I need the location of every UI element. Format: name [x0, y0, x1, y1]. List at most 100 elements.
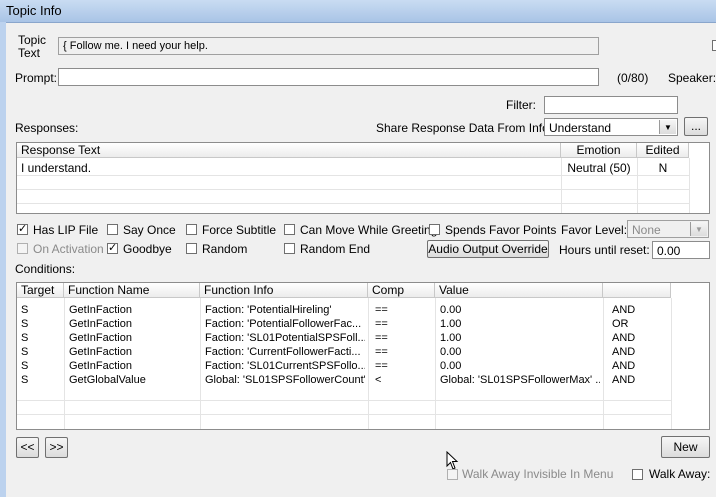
condition-operator: AND — [612, 332, 636, 344]
condition-operator: AND — [612, 374, 636, 386]
spends-favor-label: Spends Favor Points — [445, 223, 557, 237]
prompt-counter: (0/80) — [617, 71, 649, 85]
responses-col-emotion[interactable]: Emotion — [561, 143, 637, 158]
condition-function-info: Global: 'SL01SPSFollowerCount' — [205, 374, 365, 386]
chevron-down-icon[interactable]: ▼ — [659, 120, 676, 134]
conditions-col-operator[interactable] — [603, 283, 671, 298]
say-once-checkbox[interactable] — [107, 224, 118, 235]
hours-until-reset-label: Hours until reset: — [559, 243, 650, 257]
condition-target: S — [21, 304, 29, 316]
condition-operator: AND — [612, 304, 636, 316]
goodbye-label: Goodbye — [123, 242, 172, 256]
condition-operator: OR — [612, 318, 629, 330]
conditions-col-function-name[interactable]: Function Name — [64, 283, 200, 298]
condition-target: S — [21, 346, 29, 358]
random-end-label: Random End — [300, 242, 371, 256]
window-title: Topic Info — [6, 3, 62, 18]
prompt-input[interactable] — [58, 68, 599, 86]
share-response-select[interactable]: Understand ▼ — [544, 118, 678, 136]
share-response-value: Understand — [549, 121, 612, 135]
condition-function-info: Faction: 'CurrentFollowerFacti... — [205, 346, 361, 358]
condition-operator: AND — [612, 360, 636, 372]
next-button[interactable]: >> — [45, 437, 68, 458]
new-button[interactable]: New — [661, 436, 710, 458]
prompt-label: Prompt: — [15, 71, 58, 85]
condition-comp: == — [375, 318, 388, 330]
hours-until-reset-input[interactable]: 0.00 — [652, 241, 710, 259]
responses-col-edited[interactable]: Edited — [637, 143, 689, 158]
condition-target: S — [21, 360, 29, 372]
force-subtitle-label: Force Subtitle — [202, 223, 277, 237]
force-subtitle-checkbox[interactable] — [186, 224, 197, 235]
condition-value: 0.00 — [440, 304, 462, 316]
chevron-down-icon: ▼ — [690, 222, 707, 236]
random-checkbox[interactable] — [186, 243, 197, 254]
condition-value: 1.00 — [440, 318, 462, 330]
has-lip-checkbox[interactable]: ✓ — [17, 224, 28, 235]
topic-text-field[interactable]: { Follow me. I need your help. — [58, 37, 599, 55]
condition-function-name: GetInFaction — [69, 304, 132, 316]
can-move-checkbox[interactable] — [284, 224, 295, 235]
filter-input[interactable] — [544, 96, 678, 114]
can-move-label: Can Move While Greeting — [300, 223, 438, 237]
condition-value: 1.00 — [440, 332, 462, 344]
condition-value: Global: 'SL01SPSFollowerMax' ... — [440, 374, 600, 386]
walk-away-label: Walk Away: — [649, 467, 711, 481]
condition-function-info: Faction: 'SL01CurrentSPSFollo... — [205, 360, 365, 372]
condition-value: 0.00 — [440, 346, 462, 358]
favor-level-value: None — [632, 223, 661, 237]
title-bar: Topic Info — [0, 0, 716, 23]
condition-function-info: Faction: 'PotentialFollowerFac... — [205, 318, 362, 330]
spends-favor-checkbox[interactable] — [429, 224, 440, 235]
responses-label: Responses: — [15, 121, 79, 135]
response-edited: N — [658, 161, 668, 175]
say-once-label: Say Once — [123, 223, 176, 237]
conditions-col-value[interactable]: Value — [435, 283, 603, 298]
walk-away-checkbox[interactable] — [632, 469, 643, 480]
conditions-grid[interactable]: Target Function Name Function Info Comp … — [16, 282, 710, 430]
conditions-label: Conditions: — [15, 262, 76, 276]
condition-target: S — [21, 332, 29, 344]
condition-function-info: Faction: 'SL01PotentialSPSFoll... — [205, 332, 365, 344]
condition-function-name: GetInFaction — [69, 318, 132, 330]
goodbye-checkbox[interactable]: ✓ — [107, 243, 118, 254]
responses-grid[interactable]: Response Text Emotion Edited I understan… — [16, 142, 710, 214]
conditions-col-comp[interactable]: Comp — [368, 283, 435, 298]
condition-comp: == — [375, 332, 388, 344]
mouse-cursor-icon — [446, 451, 459, 470]
random-label: Random — [202, 242, 248, 256]
response-text: I understand. — [21, 161, 92, 175]
window-frame-left — [0, 22, 6, 497]
condition-comp: == — [375, 360, 388, 372]
random-end-checkbox[interactable] — [284, 243, 295, 254]
share-response-label: Share Response Data From Info: — [376, 121, 553, 135]
condition-target: S — [21, 318, 29, 330]
on-activation-label: On Activation — [33, 242, 104, 256]
condition-function-name: GetInFaction — [69, 332, 132, 344]
has-lip-label: Has LIP File — [33, 223, 99, 237]
condition-target: S — [21, 374, 29, 386]
speaker-label: Speaker: — [668, 71, 716, 85]
condition-operator: AND — [612, 346, 636, 358]
responses-col-text[interactable]: Response Text — [17, 143, 561, 158]
conditions-col-function-info[interactable]: Function Info — [200, 283, 368, 298]
topic-text-label-1: Topic — [18, 33, 47, 47]
filter-label: Filter: — [506, 98, 536, 112]
walk-away-invisible-label: Walk Away Invisible In Menu — [462, 467, 614, 481]
condition-function-name: GetGlobalValue — [69, 374, 146, 386]
share-response-browse-button[interactable]: ... — [684, 117, 708, 136]
condition-comp: == — [375, 304, 388, 316]
topic-text-label-2: Text — [18, 46, 41, 60]
condition-comp: < — [375, 374, 382, 386]
topic-checkbox[interactable] — [712, 40, 716, 51]
response-emotion: Neutral (50) — [567, 161, 631, 175]
condition-function-name: GetInFaction — [69, 360, 132, 372]
audio-output-override-button[interactable]: Audio Output Override — [427, 240, 549, 258]
favor-level-label: Favor Level: — [561, 223, 628, 237]
condition-function-name: GetInFaction — [69, 346, 132, 358]
condition-function-info: Faction: 'PotentialHireling' — [205, 304, 332, 316]
on-activation-checkbox — [17, 243, 28, 254]
previous-button[interactable]: << — [16, 437, 39, 458]
conditions-col-target[interactable]: Target — [17, 283, 64, 298]
condition-comp: == — [375, 346, 388, 358]
